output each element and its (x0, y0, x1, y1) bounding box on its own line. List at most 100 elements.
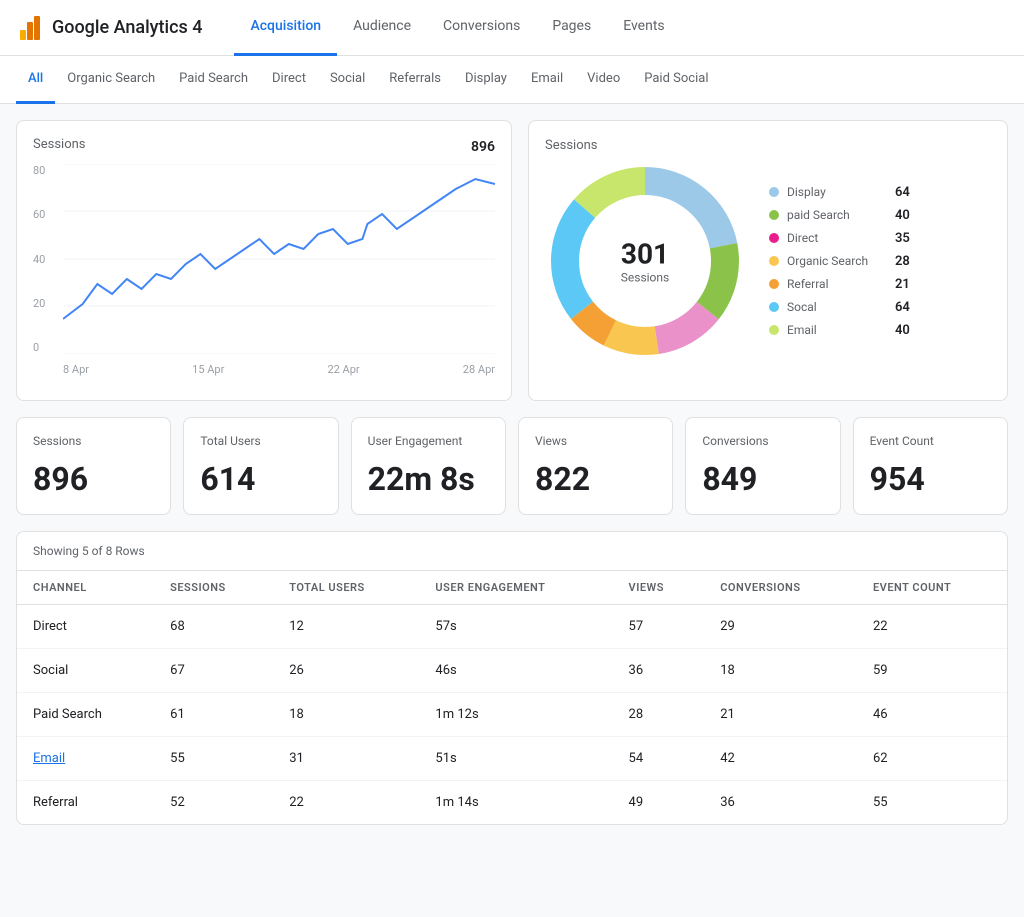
donut-chart-card: Sessions (528, 120, 1008, 401)
legend-item: Display 64 (769, 185, 910, 200)
subnav-video[interactable]: Video (575, 56, 632, 104)
channel-cell[interactable]: Email (17, 737, 154, 781)
nav-audience[interactable]: Audience (337, 0, 427, 56)
legend-item: Email 40 (769, 323, 910, 338)
sessions-cell: 68 (154, 605, 273, 649)
y-axis-labels: 80 60 40 20 0 (33, 164, 45, 354)
line-chart-title: Sessions (33, 137, 86, 152)
conversions-cell: 29 (704, 605, 857, 649)
main-content: Sessions 896 80 60 40 20 0 (0, 104, 1024, 841)
event_count-cell: 22 (857, 605, 1007, 649)
total_users-cell: 18 (273, 693, 419, 737)
metric-value: 822 (535, 460, 656, 498)
donut-content: 301 Sessions Display 64 paid Search 40 D… (545, 161, 991, 361)
legend-value: 40 (895, 323, 910, 338)
header: Google Analytics 4 Acquisition Audience … (0, 0, 1024, 56)
legend-dot (769, 233, 779, 243)
total_users-cell: 31 (273, 737, 419, 781)
legend-dot (769, 210, 779, 220)
conversions-cell: 18 (704, 649, 857, 693)
sessions-cell: 55 (154, 737, 273, 781)
donut-center-label: Sessions (621, 271, 669, 285)
table-column-header: CHANNEL (17, 571, 154, 605)
nav-acquisition[interactable]: Acquisition (234, 0, 337, 56)
user_engagement-cell: 46s (419, 649, 612, 693)
subnav-email[interactable]: Email (519, 56, 575, 104)
metric-value: 22m 8s (368, 460, 489, 498)
metric-label: Sessions (33, 434, 154, 448)
table-head: CHANNELSESSIONSTOTAL USERSUSER ENGAGEMEN… (17, 571, 1007, 605)
legend-item: Referral 21 (769, 277, 910, 292)
table-row: Direct681257s572922 (17, 605, 1007, 649)
sessions-cell: 67 (154, 649, 273, 693)
subnav-paid-search[interactable]: Paid Search (167, 56, 260, 104)
metric-card: Total Users 614 (183, 417, 338, 515)
metrics-row: Sessions 896 Total Users 614 User Engage… (16, 417, 1008, 515)
legend-value: 40 (895, 208, 910, 223)
views-cell: 28 (613, 693, 705, 737)
views-cell: 49 (613, 781, 705, 825)
donut-center-value: 301 (621, 238, 669, 271)
metric-value: 849 (702, 460, 823, 498)
channel-link[interactable]: Email (33, 751, 65, 766)
charts-row: Sessions 896 80 60 40 20 0 (16, 120, 1008, 401)
legend-name: Referral (787, 277, 887, 291)
sessions-cell: 52 (154, 781, 273, 825)
metric-value: 614 (200, 460, 321, 498)
table-column-header: CONVERSIONS (704, 571, 857, 605)
subnav-all[interactable]: All (16, 56, 55, 104)
metric-value: 896 (33, 460, 154, 498)
subnav-paid-social[interactable]: Paid Social (632, 56, 720, 104)
metric-card: Event Count 954 (853, 417, 1008, 515)
total_users-cell: 26 (273, 649, 419, 693)
user_engagement-cell: 57s (419, 605, 612, 649)
logo-icon (16, 14, 44, 42)
subnav-display[interactable]: Display (453, 56, 519, 104)
table-column-header: SESSIONS (154, 571, 273, 605)
table-column-header: EVENT COUNT (857, 571, 1007, 605)
subnav-referrals[interactable]: Referrals (377, 56, 453, 104)
legend-value: 35 (895, 231, 910, 246)
table-header-row: CHANNELSESSIONSTOTAL USERSUSER ENGAGEMEN… (17, 571, 1007, 605)
conversions-cell: 42 (704, 737, 857, 781)
event_count-cell: 55 (857, 781, 1007, 825)
legend-dot (769, 279, 779, 289)
conversions-cell: 21 (704, 693, 857, 737)
views-cell: 57 (613, 605, 705, 649)
table-card: Showing 5 of 8 Rows CHANNELSESSIONSTOTAL… (16, 531, 1008, 825)
legend-dot (769, 187, 779, 197)
sub-nav: All Organic Search Paid Search Direct So… (0, 56, 1024, 104)
donut-chart-title: Sessions (545, 138, 598, 153)
nav-events[interactable]: Events (607, 0, 680, 56)
metric-label: Event Count (870, 434, 991, 448)
legend-dot (769, 325, 779, 335)
subnav-direct[interactable]: Direct (260, 56, 318, 104)
nav-conversions[interactable]: Conversions (427, 0, 536, 56)
subnav-organic-search[interactable]: Organic Search (55, 56, 167, 104)
table-body: Direct681257s572922Social672646s361859Pa… (17, 605, 1007, 825)
donut-center: 301 Sessions (621, 238, 669, 285)
user_engagement-cell: 1m 12s (419, 693, 612, 737)
donut-svg-wrapper: 301 Sessions (545, 161, 745, 361)
nav-pages[interactable]: Pages (536, 0, 607, 56)
metric-card: Views 822 (518, 417, 673, 515)
table-column-header: VIEWS (613, 571, 705, 605)
logo: Google Analytics 4 (16, 14, 202, 42)
line-chart-svg (63, 164, 495, 354)
legend-value: 64 (895, 185, 910, 200)
event_count-cell: 59 (857, 649, 1007, 693)
legend-item: Organic Search 28 (769, 254, 910, 269)
legend-value: 21 (895, 277, 910, 292)
legend-item: Direct 35 (769, 231, 910, 246)
subnav-social[interactable]: Social (318, 56, 377, 104)
metric-card: Sessions 896 (16, 417, 171, 515)
user_engagement-cell: 1m 14s (419, 781, 612, 825)
legend-name: Direct (787, 231, 887, 245)
channel-cell: Social (17, 649, 154, 693)
channel-cell: Paid Search (17, 693, 154, 737)
legend-value: 28 (895, 254, 910, 269)
table-info: Showing 5 of 8 Rows (17, 532, 1007, 571)
data-table: CHANNELSESSIONSTOTAL USERSUSER ENGAGEMEN… (17, 571, 1007, 824)
metric-label: Views (535, 434, 656, 448)
table-column-header: TOTAL USERS (273, 571, 419, 605)
